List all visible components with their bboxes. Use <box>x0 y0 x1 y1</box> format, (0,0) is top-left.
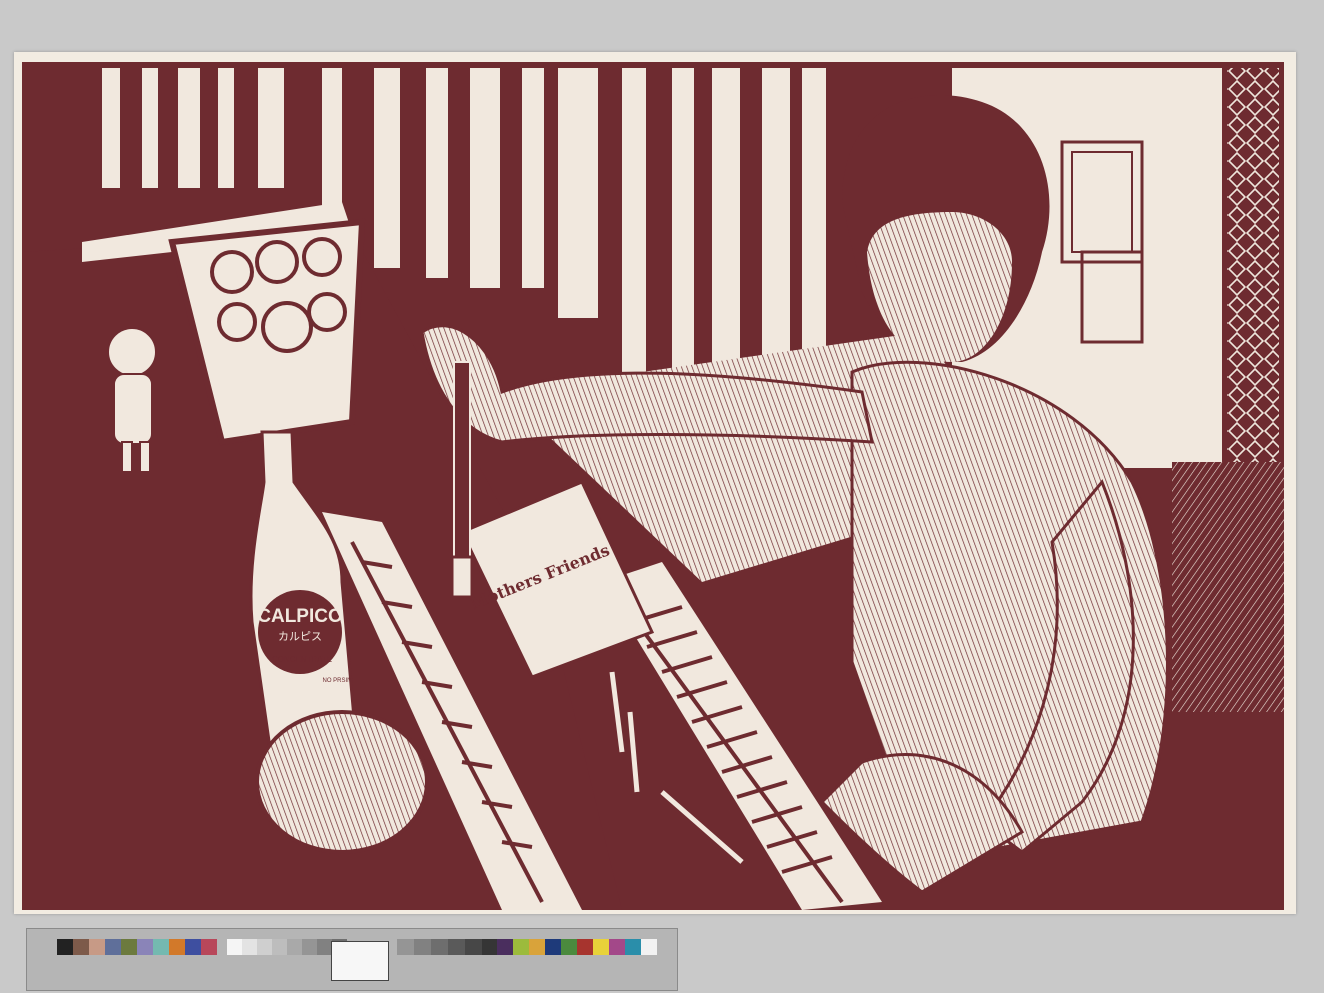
bottle-katakana: カルピス <box>278 630 322 643</box>
color-patch <box>169 939 185 955</box>
bottle-subtitle: CONCENTRATE <box>272 655 332 664</box>
color-patch <box>185 939 201 955</box>
color-patch <box>105 939 121 955</box>
loaf <box>255 710 429 854</box>
gray-patch <box>465 939 482 955</box>
color-patch <box>625 939 641 955</box>
gray-patch <box>257 939 272 955</box>
color-patch <box>641 939 657 955</box>
gray-patch <box>227 939 242 955</box>
gray-patch <box>431 939 448 955</box>
color-patch <box>121 939 137 955</box>
color-patch <box>201 939 217 955</box>
color-patch <box>561 939 577 955</box>
color-patch <box>89 939 105 955</box>
paint-brush <box>450 361 474 599</box>
gray-patch <box>448 939 465 955</box>
color-patch <box>513 939 529 955</box>
color-patch <box>529 939 545 955</box>
calibration-patches <box>27 929 677 990</box>
bottle-label: CALPICO <box>257 606 343 627</box>
gray-patch <box>302 939 317 955</box>
woodcut-print-artwork: CALPICO カルピス CONCENTRATE NO PRSIN Mother… <box>22 62 1284 910</box>
gray-patch <box>414 939 431 955</box>
color-patch <box>593 939 609 955</box>
color-patch <box>545 939 561 955</box>
color-patch <box>73 939 89 955</box>
color-patch <box>57 939 73 955</box>
color-patch <box>153 939 169 955</box>
bottle-note: NO PRSIN <box>322 678 351 684</box>
gray-patch <box>317 939 332 955</box>
color-patch <box>137 939 153 955</box>
gray-patch <box>272 939 287 955</box>
color-patch <box>497 939 513 955</box>
color-calibration-target <box>26 928 678 991</box>
color-patch <box>609 939 625 955</box>
gray-patch <box>397 939 414 955</box>
color-patch <box>577 939 593 955</box>
gray-patch <box>242 939 257 955</box>
gray-patch <box>287 939 302 955</box>
center-white-patch <box>331 941 389 981</box>
